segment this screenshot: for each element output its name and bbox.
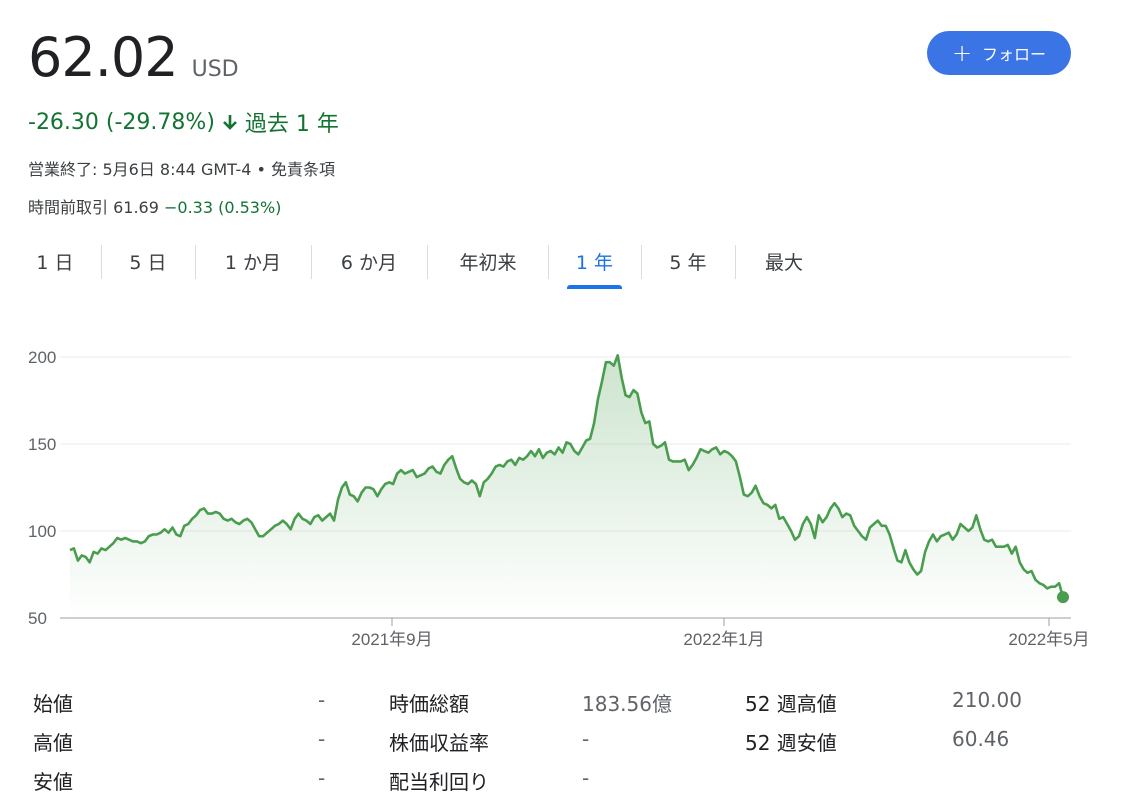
x-tick-label: 2021年9月 [351, 630, 432, 649]
premarket-change: −0.33 (0.53%) [163, 198, 282, 217]
stat-value-52w-high: 210.00 [952, 688, 1022, 712]
tab-divider [195, 245, 196, 279]
disclaimer-link[interactable]: 免責条項 [271, 160, 335, 179]
stat-label-market-cap: 時価総額 [389, 692, 469, 716]
tab-ytd[interactable]: 年初来 [446, 241, 530, 289]
stat-value-open: - [318, 688, 326, 712]
tab-5y[interactable]: 5 年 [660, 241, 716, 289]
market-status: 営業終了: 5月6日 8:44 GMT-4 • 免責条項 [28, 156, 335, 180]
range-tabs: 1 日 5 日 1 か月 6 か月 年初来 1 年 5 年 最大 [0, 241, 1128, 289]
stat-label-low: 安値 [33, 770, 73, 794]
price-currency: USD [191, 57, 239, 82]
tab-1m[interactable]: 1 か月 [214, 241, 292, 289]
price-value: 62.02 [28, 26, 179, 89]
tab-divider [548, 245, 549, 279]
premarket-info: 時間前取引 61.69 −0.33 (0.53%) [28, 194, 281, 218]
x-tick-label: 2022年1月 [683, 630, 764, 649]
y-tick-label: 150 [28, 435, 56, 454]
price-chart-svg: 200 150 100 50 2021年9月 2022年1月 2022年5月 [28, 348, 1090, 649]
y-tick-label: 50 [28, 609, 47, 628]
tab-divider [427, 245, 428, 279]
stat-label-dividend-yield: 配当利回り [389, 770, 489, 794]
tab-6m[interactable]: 6 か月 [330, 241, 408, 289]
premarket-label: 時間前取引 61.69 [28, 198, 164, 217]
tab-divider [735, 245, 736, 279]
price-area [70, 355, 1063, 618]
price-chart[interactable]: 200 150 100 50 2021年9月 2022年1月 2022年5月 [0, 300, 1128, 660]
status-text: 営業終了: 5月6日 8:44 GMT-4 • [28, 160, 272, 179]
stat-value-low: - [318, 766, 326, 790]
stat-value-market-cap: 183.56億 [582, 692, 672, 716]
stat-label-pe-ratio: 株価収益率 [389, 731, 489, 755]
tab-1y[interactable]: 1 年 [567, 241, 622, 289]
stat-label-52w-low: 52 週安値 [745, 731, 837, 755]
stat-value-pe-ratio: - [582, 727, 590, 751]
current-price-dot [1057, 591, 1069, 604]
stat-value-52w-low: 60.46 [952, 727, 1010, 751]
tab-divider [641, 245, 642, 279]
plus-icon: + [951, 39, 973, 67]
follow-button[interactable]: + フォロー [927, 31, 1071, 75]
price-change: -26.30 (-29.78%) 過去 1 年 [28, 106, 339, 138]
y-tick-label: 200 [28, 348, 56, 367]
stat-label-high: 高値 [33, 731, 73, 755]
stat-label-52w-high: 52 週高値 [745, 692, 837, 716]
arrow-down-icon [222, 115, 237, 130]
tab-1d[interactable]: 1 日 [28, 241, 82, 289]
stat-value-high: - [318, 727, 326, 751]
follow-button-label: フォロー [982, 45, 1047, 64]
tab-divider [311, 245, 312, 279]
tab-divider [101, 245, 102, 279]
change-value: -26.30 (-29.78%) [28, 109, 215, 135]
stat-value-dividend-yield: - [582, 766, 590, 790]
stat-label-open: 始値 [33, 692, 73, 716]
tab-max[interactable]: 最大 [754, 241, 814, 289]
quote-price: 62.02 USD [28, 26, 239, 89]
x-tick-label: 2022年5月 [1008, 630, 1089, 649]
y-tick-label: 100 [28, 522, 56, 541]
change-period: 過去 1 年 [244, 112, 339, 137]
tab-5d[interactable]: 5 日 [120, 241, 176, 289]
